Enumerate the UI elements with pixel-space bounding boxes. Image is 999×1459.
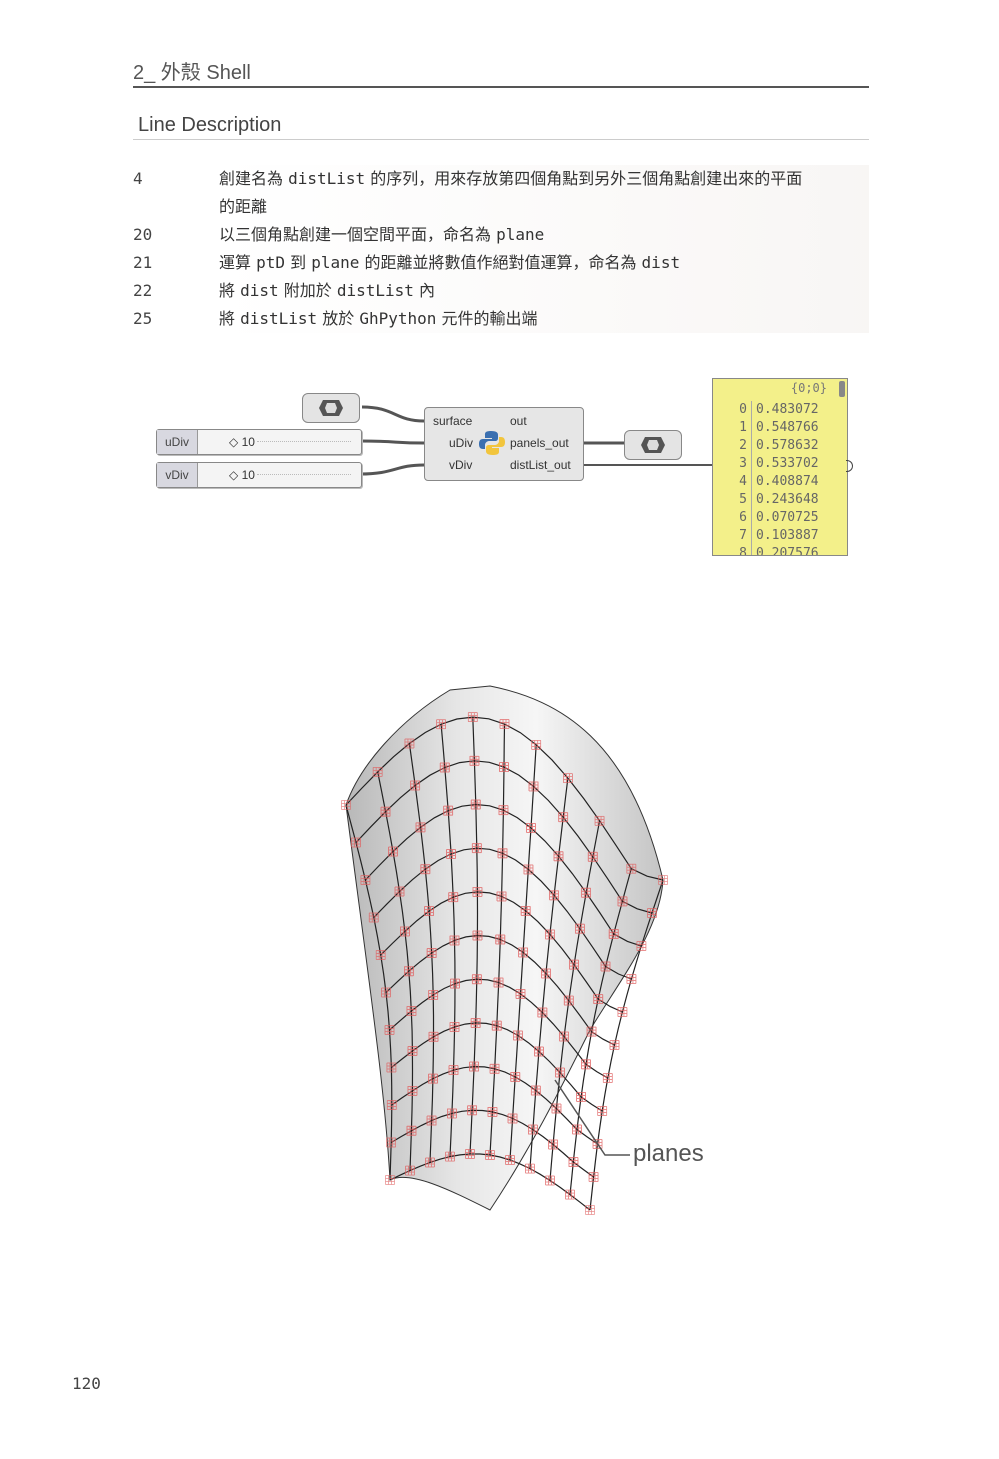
planes-callout-label: planes (633, 1140, 704, 1167)
panel-scrollbar[interactable] (839, 381, 845, 397)
vdiv-slider-label: vDiv (157, 463, 198, 487)
panel-row: 0 0.483072 (713, 401, 819, 419)
python-logo-icon (479, 431, 505, 455)
panels-param-component[interactable] (624, 430, 682, 460)
vdiv-slider-value: ◇ 10 (229, 468, 255, 482)
surface-param-component[interactable] (302, 393, 360, 423)
surface-param-icon (319, 400, 343, 416)
output-distlist[interactable]: distList_out (510, 458, 571, 472)
input-vdiv[interactable]: vDiv (449, 458, 472, 472)
slider-track[interactable] (257, 474, 351, 477)
panel-row: 2 0.578632 (713, 437, 819, 455)
panel-row: 7 0.103887 (713, 527, 819, 545)
udiv-slider-value: ◇ 10 (229, 435, 255, 449)
panel-path-header: {0;0} (790, 381, 827, 395)
panels-param-icon (641, 437, 665, 453)
udiv-slider-label: uDiv (157, 430, 198, 454)
input-udiv[interactable]: uDiv (449, 436, 473, 450)
panel-row: 8 0.207576 (713, 545, 819, 555)
vdiv-slider[interactable]: vDiv ◇ 10 (156, 462, 362, 488)
panel-row: 6 0.070725 (713, 509, 819, 527)
input-surface[interactable]: surface (433, 414, 472, 428)
page-number: 120 (72, 1374, 101, 1393)
ghpython-component[interactable]: surface uDiv vDiv out panels_out distLis… (424, 407, 584, 481)
panel-row: 3 0.533702 (713, 455, 819, 473)
gh-wires (359, 405, 712, 476)
panel-row: 4 0.408874 (713, 473, 819, 491)
udiv-slider[interactable]: uDiv ◇ 10 (156, 429, 362, 455)
panel-row: 1 0.548766 (713, 419, 819, 437)
panel-row: 5 0.243648 (713, 491, 819, 509)
output-panels[interactable]: panels_out (510, 436, 569, 450)
output-out[interactable]: out (510, 414, 527, 428)
distlist-panel[interactable]: {0;0} 0 0.483072 1 0.548766 2 0.578632 3 0.5… (712, 378, 848, 556)
slider-track[interactable] (257, 441, 351, 444)
